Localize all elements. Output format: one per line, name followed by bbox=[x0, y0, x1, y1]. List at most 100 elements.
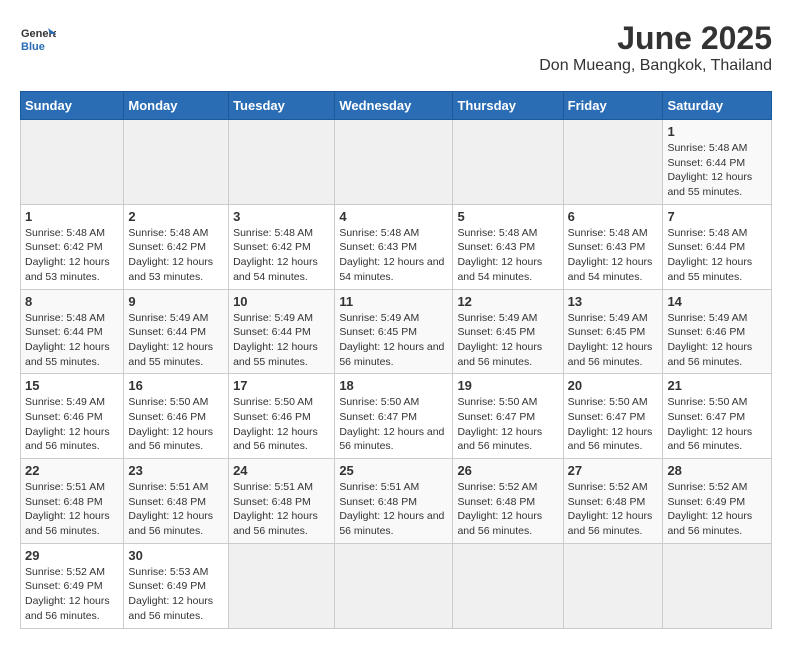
day-number: 8 bbox=[25, 294, 119, 309]
page-title: June 2025 bbox=[539, 20, 772, 57]
day-info: Sunrise: 5:48 AM Sunset: 6:43 PM Dayligh… bbox=[568, 226, 659, 285]
day-info: Sunrise: 5:48 AM Sunset: 6:44 PM Dayligh… bbox=[25, 311, 119, 370]
table-row: 1 Sunrise: 5:48 AM Sunset: 6:42 PM Dayli… bbox=[21, 204, 124, 289]
day-number: 20 bbox=[568, 378, 659, 393]
day-number: 16 bbox=[128, 378, 224, 393]
table-row: 10 Sunrise: 5:49 AM Sunset: 6:44 PM Dayl… bbox=[229, 289, 335, 374]
day-info: Sunrise: 5:48 AM Sunset: 6:42 PM Dayligh… bbox=[233, 226, 330, 285]
table-row: 11 Sunrise: 5:49 AM Sunset: 6:45 PM Dayl… bbox=[335, 289, 453, 374]
day-info: Sunrise: 5:48 AM Sunset: 6:43 PM Dayligh… bbox=[339, 226, 448, 285]
day-number: 7 bbox=[667, 209, 767, 224]
table-row bbox=[124, 120, 229, 205]
calendar-week-row: 1 Sunrise: 5:48 AM Sunset: 6:44 PM Dayli… bbox=[21, 120, 772, 205]
calendar-header-row: Sunday Monday Tuesday Wednesday Thursday… bbox=[21, 92, 772, 120]
col-monday: Monday bbox=[124, 92, 229, 120]
day-number: 3 bbox=[233, 209, 330, 224]
table-row: 20 Sunrise: 5:50 AM Sunset: 6:47 PM Dayl… bbox=[563, 374, 663, 459]
table-row bbox=[335, 543, 453, 628]
day-number: 28 bbox=[667, 463, 767, 478]
day-number: 29 bbox=[25, 548, 119, 563]
day-info: Sunrise: 5:52 AM Sunset: 6:49 PM Dayligh… bbox=[25, 565, 119, 624]
table-row: 22 Sunrise: 5:51 AM Sunset: 6:48 PM Dayl… bbox=[21, 459, 124, 544]
day-number: 13 bbox=[568, 294, 659, 309]
day-number: 15 bbox=[25, 378, 119, 393]
svg-text:Blue: Blue bbox=[21, 41, 45, 53]
table-row: 17 Sunrise: 5:50 AM Sunset: 6:46 PM Dayl… bbox=[229, 374, 335, 459]
page-header: General Blue June 2025 Don Mueang, Bangk… bbox=[20, 20, 772, 75]
day-number: 10 bbox=[233, 294, 330, 309]
day-info: Sunrise: 5:48 AM Sunset: 6:44 PM Dayligh… bbox=[667, 226, 767, 285]
table-row bbox=[335, 120, 453, 205]
table-row: 9 Sunrise: 5:49 AM Sunset: 6:44 PM Dayli… bbox=[124, 289, 229, 374]
table-row: 16 Sunrise: 5:50 AM Sunset: 6:46 PM Dayl… bbox=[124, 374, 229, 459]
calendar-week-row: 1 Sunrise: 5:48 AM Sunset: 6:42 PM Dayli… bbox=[21, 204, 772, 289]
day-number: 30 bbox=[128, 548, 224, 563]
day-info: Sunrise: 5:50 AM Sunset: 6:47 PM Dayligh… bbox=[339, 395, 448, 454]
day-number: 17 bbox=[233, 378, 330, 393]
table-row bbox=[229, 120, 335, 205]
col-friday: Friday bbox=[563, 92, 663, 120]
day-number: 1 bbox=[667, 124, 767, 139]
day-info: Sunrise: 5:49 AM Sunset: 6:45 PM Dayligh… bbox=[457, 311, 558, 370]
day-number: 26 bbox=[457, 463, 558, 478]
day-info: Sunrise: 5:51 AM Sunset: 6:48 PM Dayligh… bbox=[339, 480, 448, 539]
day-number: 21 bbox=[667, 378, 767, 393]
col-thursday: Thursday bbox=[453, 92, 563, 120]
calendar-table: Sunday Monday Tuesday Wednesday Thursday… bbox=[20, 91, 772, 629]
day-number: 14 bbox=[667, 294, 767, 309]
day-number: 5 bbox=[457, 209, 558, 224]
day-info: Sunrise: 5:51 AM Sunset: 6:48 PM Dayligh… bbox=[128, 480, 224, 539]
day-number: 12 bbox=[457, 294, 558, 309]
day-number: 2 bbox=[128, 209, 224, 224]
table-row: 7 Sunrise: 5:48 AM Sunset: 6:44 PM Dayli… bbox=[663, 204, 772, 289]
day-info: Sunrise: 5:51 AM Sunset: 6:48 PM Dayligh… bbox=[233, 480, 330, 539]
day-info: Sunrise: 5:51 AM Sunset: 6:48 PM Dayligh… bbox=[25, 480, 119, 539]
calendar-week-row: 22 Sunrise: 5:51 AM Sunset: 6:48 PM Dayl… bbox=[21, 459, 772, 544]
table-row: 15 Sunrise: 5:49 AM Sunset: 6:46 PM Dayl… bbox=[21, 374, 124, 459]
day-number: 24 bbox=[233, 463, 330, 478]
logo: General Blue bbox=[20, 20, 56, 56]
table-row: 30 Sunrise: 5:53 AM Sunset: 6:49 PM Dayl… bbox=[124, 543, 229, 628]
table-row: 27 Sunrise: 5:52 AM Sunset: 6:48 PM Dayl… bbox=[563, 459, 663, 544]
day-number: 23 bbox=[128, 463, 224, 478]
col-sunday: Sunday bbox=[21, 92, 124, 120]
day-info: Sunrise: 5:50 AM Sunset: 6:46 PM Dayligh… bbox=[128, 395, 224, 454]
table-row: 26 Sunrise: 5:52 AM Sunset: 6:48 PM Dayl… bbox=[453, 459, 563, 544]
day-info: Sunrise: 5:49 AM Sunset: 6:46 PM Dayligh… bbox=[25, 395, 119, 454]
day-number: 19 bbox=[457, 378, 558, 393]
table-row bbox=[453, 120, 563, 205]
table-row: 6 Sunrise: 5:48 AM Sunset: 6:43 PM Dayli… bbox=[563, 204, 663, 289]
table-row: 18 Sunrise: 5:50 AM Sunset: 6:47 PM Dayl… bbox=[335, 374, 453, 459]
day-info: Sunrise: 5:49 AM Sunset: 6:45 PM Dayligh… bbox=[568, 311, 659, 370]
day-info: Sunrise: 5:49 AM Sunset: 6:45 PM Dayligh… bbox=[339, 311, 448, 370]
table-row: 5 Sunrise: 5:48 AM Sunset: 6:43 PM Dayli… bbox=[453, 204, 563, 289]
table-row: 14 Sunrise: 5:49 AM Sunset: 6:46 PM Dayl… bbox=[663, 289, 772, 374]
day-info: Sunrise: 5:53 AM Sunset: 6:49 PM Dayligh… bbox=[128, 565, 224, 624]
table-row bbox=[21, 120, 124, 205]
table-row: 29 Sunrise: 5:52 AM Sunset: 6:49 PM Dayl… bbox=[21, 543, 124, 628]
calendar-week-row: 29 Sunrise: 5:52 AM Sunset: 6:49 PM Dayl… bbox=[21, 543, 772, 628]
table-row: 3 Sunrise: 5:48 AM Sunset: 6:42 PM Dayli… bbox=[229, 204, 335, 289]
table-row bbox=[663, 543, 772, 628]
table-row: 23 Sunrise: 5:51 AM Sunset: 6:48 PM Dayl… bbox=[124, 459, 229, 544]
table-row: 2 Sunrise: 5:48 AM Sunset: 6:42 PM Dayli… bbox=[124, 204, 229, 289]
day-info: Sunrise: 5:49 AM Sunset: 6:44 PM Dayligh… bbox=[128, 311, 224, 370]
day-info: Sunrise: 5:50 AM Sunset: 6:47 PM Dayligh… bbox=[667, 395, 767, 454]
day-number: 27 bbox=[568, 463, 659, 478]
day-info: Sunrise: 5:48 AM Sunset: 6:43 PM Dayligh… bbox=[457, 226, 558, 285]
col-wednesday: Wednesday bbox=[335, 92, 453, 120]
page-subtitle: Don Mueang, Bangkok, Thailand bbox=[539, 57, 772, 75]
day-info: Sunrise: 5:49 AM Sunset: 6:44 PM Dayligh… bbox=[233, 311, 330, 370]
day-info: Sunrise: 5:50 AM Sunset: 6:47 PM Dayligh… bbox=[568, 395, 659, 454]
table-row bbox=[563, 120, 663, 205]
logo-icon: General Blue bbox=[20, 20, 56, 56]
table-row: 13 Sunrise: 5:49 AM Sunset: 6:45 PM Dayl… bbox=[563, 289, 663, 374]
table-row: 25 Sunrise: 5:51 AM Sunset: 6:48 PM Dayl… bbox=[335, 459, 453, 544]
table-row: 1 Sunrise: 5:48 AM Sunset: 6:44 PM Dayli… bbox=[663, 120, 772, 205]
calendar-week-row: 8 Sunrise: 5:48 AM Sunset: 6:44 PM Dayli… bbox=[21, 289, 772, 374]
day-number: 18 bbox=[339, 378, 448, 393]
day-number: 11 bbox=[339, 294, 448, 309]
col-saturday: Saturday bbox=[663, 92, 772, 120]
day-info: Sunrise: 5:48 AM Sunset: 6:44 PM Dayligh… bbox=[667, 141, 767, 200]
table-row: 21 Sunrise: 5:50 AM Sunset: 6:47 PM Dayl… bbox=[663, 374, 772, 459]
